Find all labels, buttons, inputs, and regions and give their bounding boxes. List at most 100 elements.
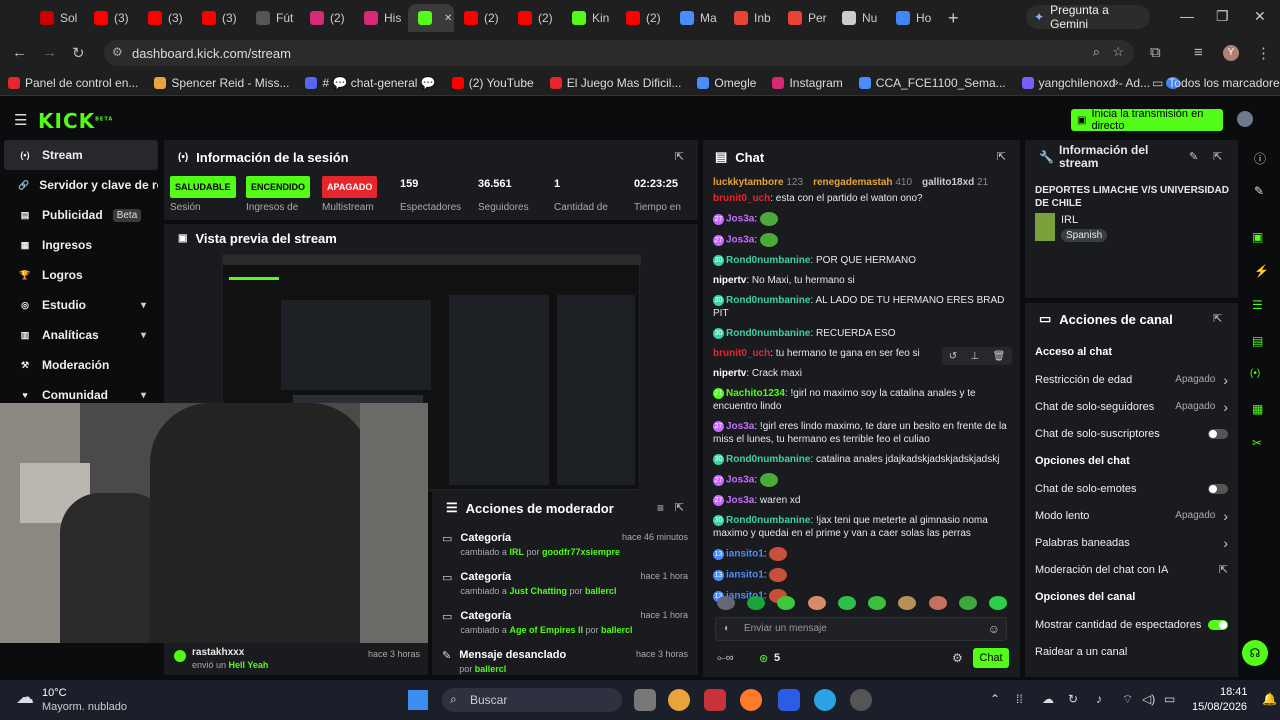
setting-control[interactable]: Apagado › — [1175, 372, 1228, 388]
chevron-right-icon[interactable]: › — [1223, 508, 1228, 524]
setting-control[interactable]: Apagado › — [1175, 508, 1228, 524]
emote-icon[interactable] — [898, 596, 917, 610]
chat-username[interactable]: Nachito1234 — [726, 388, 785, 399]
info-icon[interactable]: ⓘ — [1254, 150, 1266, 167]
app-icon[interactable] — [704, 689, 726, 711]
browser-tab[interactable]: (2) — [300, 4, 354, 32]
pin-icon[interactable]: ⊥ — [970, 351, 979, 362]
bookmark-item[interactable]: (2) YouTube — [451, 76, 534, 90]
new-tab-icon[interactable]: + — [948, 8, 959, 29]
browser-tab[interactable]: Ma — [670, 4, 724, 32]
forward-icon[interactable]: → — [42, 44, 57, 61]
chat-message[interactable]: 27 Jos3a: — [713, 473, 1017, 487]
browser-tab[interactable]: (2) — [616, 4, 670, 32]
setting-control[interactable] — [1208, 483, 1228, 494]
sidebar-item[interactable]: ◎ Estudio ▾ — [4, 290, 158, 320]
chat-username[interactable]: Jos3a — [726, 235, 754, 246]
mod-action-user[interactable]: ballercl — [585, 586, 617, 596]
tray-icon[interactable]: ⁞⁞ — [1016, 692, 1023, 706]
wrench-icon[interactable]: ✂ — [1252, 436, 1262, 450]
channel-setting-row[interactable]: Chat de solo-seguidores Apagado › — [1025, 393, 1238, 420]
chat-username[interactable]: nipertv — [713, 275, 746, 286]
reply-icon[interactable]: ↺ — [949, 351, 957, 362]
minimize-icon[interactable]: — — [1180, 8, 1194, 24]
send-button[interactable]: Chat — [973, 648, 1009, 668]
chat-username[interactable]: iansito1 — [726, 549, 764, 560]
mod-action-user[interactable]: goodfr77xsiempre — [542, 547, 620, 557]
bookmark-item[interactable]: Instagram — [772, 76, 843, 90]
weather-desc[interactable]: Mayorm. nublado — [42, 701, 127, 713]
sidebar-item[interactable]: ▦ Ingresos — [4, 230, 158, 260]
bookmark-item[interactable]: # 💬 chat-general 💬 — [305, 76, 436, 90]
emote-icon[interactable] — [958, 596, 977, 610]
bookmark-item[interactable]: El Juego Mas Dificil... — [549, 76, 681, 90]
chat-username[interactable]: Rond0numbanine — [726, 295, 810, 306]
list-icon[interactable]: ☰ — [1252, 298, 1263, 312]
channel-setting-row[interactable]: Chat de solo-emotes — [1025, 475, 1238, 502]
mod-action-user[interactable]: ballercl — [601, 625, 633, 635]
chat-username[interactable]: Jos3a — [726, 495, 754, 506]
site-info-icon[interactable]: ⚙ — [112, 45, 123, 59]
emote-icon[interactable] — [807, 596, 826, 610]
browser-tab[interactable]: Fút — [246, 4, 300, 32]
chat-username[interactable]: brunit0_uch — [713, 193, 770, 204]
sidebar-item[interactable]: 🔗 Servidor y clave de retrans — [4, 170, 158, 200]
edit-icon[interactable]: ✎ — [1254, 184, 1264, 198]
notification-icon[interactable]: 🔔 — [1262, 692, 1277, 706]
media-icon[interactable]: ≡ — [1194, 44, 1203, 61]
weather-temp[interactable]: 10°C — [42, 687, 67, 699]
emote-icon[interactable] — [717, 596, 735, 610]
chat-message[interactable]: 30 Rond0numbanine: AL LADO DE TU HERMANO … — [713, 294, 1017, 320]
chat-message[interactable]: 27 Jos3a: waren xd — [713, 494, 1017, 507]
chat-username[interactable]: Jos3a — [726, 421, 754, 432]
clock-date[interactable]: 15/08/2026 — [1192, 701, 1247, 713]
edit-icon[interactable]: ✎ — [1189, 150, 1198, 163]
channel-setting-row[interactable]: Raidear a un canal — [1025, 638, 1238, 665]
emote-icon[interactable] — [747, 596, 766, 610]
chat-message[interactable]: nipertv: Crack maxi — [713, 367, 1017, 380]
channel-setting-row[interactable]: Palabras baneadas › — [1025, 529, 1238, 556]
url-field[interactable]: ⚙ dashboard.kick.com/stream ⌕ ☆ — [104, 40, 1134, 66]
sidebar-item[interactable]: ▤ Publicidad Beta — [4, 200, 158, 230]
setting-control[interactable]: ⇱ — [1219, 563, 1228, 576]
tray-icon[interactable]: ↻ — [1068, 692, 1078, 706]
popout-icon[interactable]: ⇱ — [675, 150, 684, 163]
chat-username[interactable]: Rond0numbanine — [726, 328, 810, 339]
top-gifter[interactable]: gallito18xd 21 — [922, 177, 988, 188]
chat-message[interactable]: nipertv: No Maxi, tu hermano si — [713, 274, 1017, 287]
chat-icon[interactable]: ▤ — [1252, 334, 1263, 348]
chat-message[interactable]: 27 Jos3a: — [713, 233, 1017, 247]
channel-setting-row[interactable]: Restricción de edad Apagado › — [1025, 366, 1238, 393]
toggle-switch[interactable] — [1208, 483, 1228, 494]
taskbar-search[interactable]: ⌕ Buscar — [442, 688, 622, 712]
channel-setting-row[interactable]: Mostrar cantidad de espectadores — [1025, 611, 1238, 638]
broadcast-icon[interactable]: (•) — [1250, 368, 1260, 379]
storage-icon[interactable]: ▦ — [1252, 402, 1263, 416]
chat-message[interactable]: 21 Nachito1234: !girl no maximo soy la ca… — [713, 387, 1017, 413]
sidebar-item[interactable]: ▥ Analíticas ▾ — [4, 320, 158, 350]
telegram-icon[interactable] — [814, 689, 836, 711]
channel-setting-row[interactable]: Chat de solo-suscriptores — [1025, 420, 1238, 447]
browser-tab[interactable]: (3) — [138, 4, 192, 32]
chat-username[interactable]: iansito1 — [726, 570, 764, 581]
emote-icon[interactable] — [988, 596, 1007, 610]
chevron-down-icon[interactable]: ▾ — [141, 390, 146, 401]
browser-tab[interactable]: His — [354, 4, 408, 32]
setting-control[interactable]: Apagado › — [1175, 399, 1228, 415]
chevron-right-icon[interactable]: › — [1223, 372, 1228, 388]
chat-message[interactable]: 30 Rond0numbanine: !jax teni que meterte … — [713, 514, 1017, 540]
chat-username[interactable]: Rond0numbanine — [726, 255, 810, 266]
popout-icon[interactable]: ⇱ — [997, 150, 1006, 163]
task-view-icon[interactable] — [634, 689, 656, 711]
browser-tab[interactable]: Inb — [724, 4, 778, 32]
top-gifter[interactable]: renegademastah 410 — [813, 177, 912, 188]
maximize-icon[interactable]: ❐ — [1216, 8, 1229, 25]
user-avatar[interactable] — [1237, 111, 1253, 127]
wifi-icon[interactable]: ⌔ — [1122, 692, 1133, 707]
windows-start-icon[interactable] — [408, 690, 428, 710]
all-bookmarks[interactable]: ▭ Todos los marcadores — [1152, 76, 1280, 90]
menu-icon[interactable]: ⋮ — [1256, 44, 1271, 62]
emoji-icon[interactable]: ☺ — [988, 622, 1000, 636]
browser-tab[interactable]: (2) — [454, 4, 508, 32]
popout-icon[interactable]: ⇱ — [675, 501, 684, 514]
